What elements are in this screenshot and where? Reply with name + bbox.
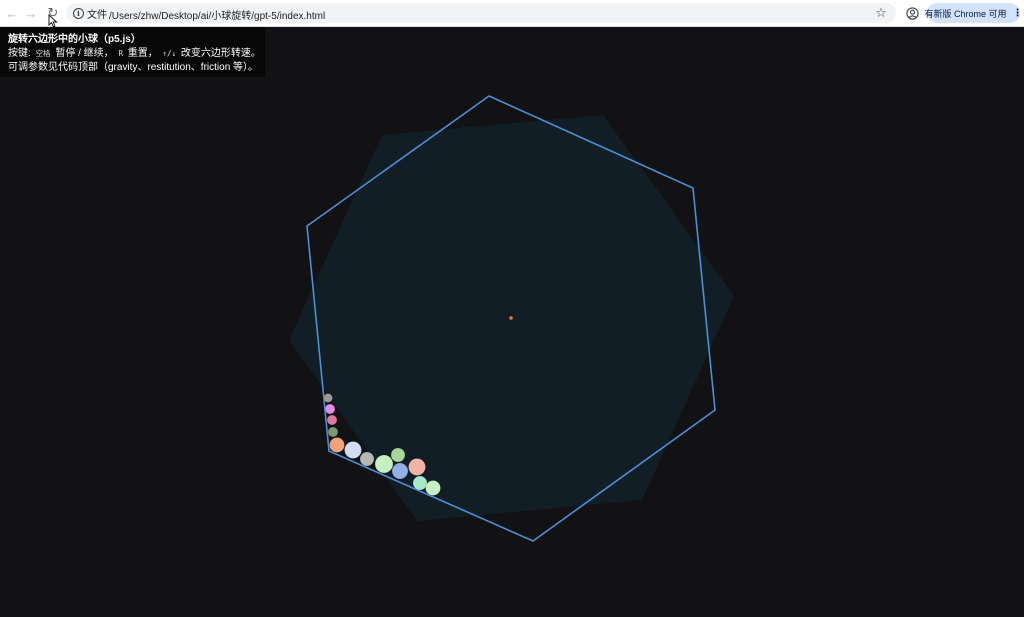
controls-pause-text: 暂停 / 继续， — [52, 48, 114, 59]
ball — [359, 451, 375, 467]
more-icon: ⋮ — [1012, 7, 1023, 19]
forward-button[interactable]: → — [21, 3, 41, 23]
forward-arrow-icon: → — [24, 5, 38, 21]
controls-prefix: 按键: — [8, 48, 34, 59]
ball — [324, 403, 336, 415]
ball — [412, 475, 428, 491]
site-info-label: 文件 — [87, 9, 107, 21]
browser-toolbar: ← → ↻ i 文件 /Users/zhw/Desktop/ai/小球旋转/gp… — [0, 0, 1024, 27]
ball — [391, 462, 409, 480]
hexagon-center-dot — [509, 316, 513, 320]
info-controls-line: 按键: 空格 暂停 / 继续， R 重置， ↑/↓ 改变六边形转速。 — [8, 47, 265, 61]
url-text[interactable]: /Users/zhw/Desktop/ai/小球旋转/gpt-5/index.h… — [109, 7, 325, 22]
info-icon: i — [73, 7, 84, 19]
update-label: 有新版 Chrome 可用 — [924, 8, 1007, 19]
site-info-chip[interactable]: i 文件 — [73, 6, 107, 21]
ball — [327, 426, 339, 438]
mouse-cursor-icon — [48, 14, 58, 28]
key-arrows: ↑/↓ — [162, 49, 177, 58]
ball — [323, 393, 333, 403]
info-params-line: 可调参数见代码顶部（gravity、restitution、friction 等… — [8, 62, 259, 73]
back-arrow-icon: ← — [5, 5, 19, 21]
chrome-update-button[interactable]: 有新版 Chrome 可用 ⋮ — [924, 3, 1023, 23]
controls-speed-text: 改变六边形转速。 — [178, 48, 261, 59]
back-button[interactable]: ← — [2, 3, 22, 23]
ball — [374, 454, 394, 474]
ball — [390, 447, 406, 463]
bookmark-star-button[interactable]: ☆ — [872, 4, 890, 22]
info-panel: 旋转六边形中的小球（p5.js） 按键: 空格 暂停 / 继续， R 重置， ↑… — [0, 27, 265, 77]
key-r: R — [118, 49, 123, 58]
ball — [344, 441, 362, 459]
star-icon: ☆ — [875, 5, 887, 20]
info-title: 旋转六边形中的小球（p5.js） — [8, 34, 141, 45]
key-space: 空格 — [35, 49, 51, 58]
ball — [329, 437, 345, 453]
controls-reset-text: 重置， — [124, 48, 158, 59]
address-bar[interactable]: i 文件 /Users/zhw/Desktop/ai/小球旋转/gpt-5/in… — [66, 3, 896, 23]
p5-canvas[interactable] — [0, 27, 1024, 617]
ball — [408, 458, 426, 476]
profile-button[interactable] — [903, 4, 921, 22]
ball — [425, 480, 441, 496]
ball — [326, 414, 338, 426]
profile-icon — [905, 6, 919, 20]
